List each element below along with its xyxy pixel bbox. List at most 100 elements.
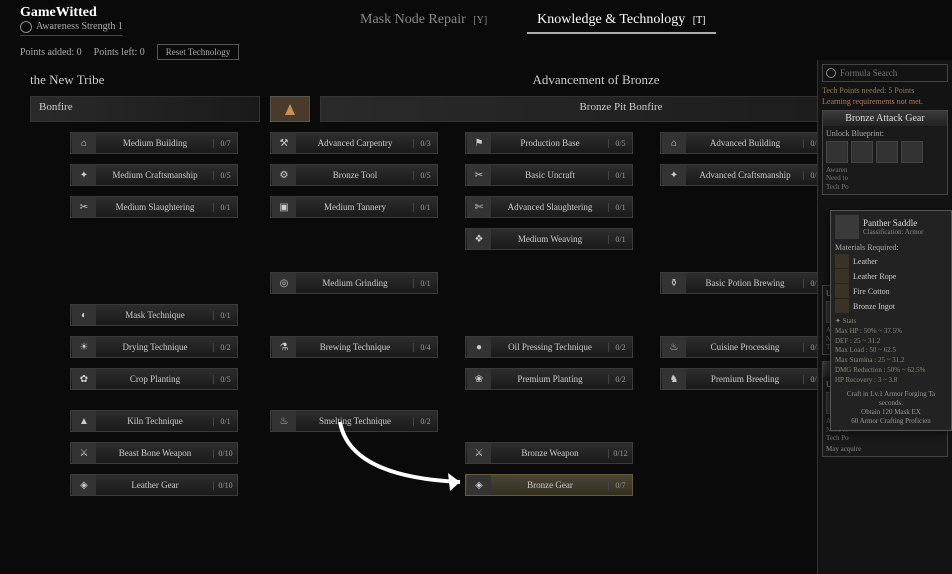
node-medium-craftsmanship[interactable]: ✦Medium Craftsmanship0/5 [70, 164, 238, 186]
tooltip-name: Panther Saddle [863, 218, 923, 228]
blueprint-slot[interactable] [851, 141, 873, 163]
search-icon [826, 68, 836, 78]
awareness-icon [20, 21, 32, 33]
craft-info: Craft in Lv.1 Armor Forging Taseconds.Ob… [835, 390, 947, 426]
cuisine-icon: ♨ [662, 337, 686, 357]
stat-line: DMG Reduction : 50% ~ 62.5% [835, 366, 947, 376]
search-input[interactable] [840, 68, 940, 78]
node-advanced-building[interactable]: ⌂Advanced Building0/5 [660, 132, 828, 154]
node-oil-pressing[interactable]: ●Oil Pressing Technique0/2 [465, 336, 633, 358]
points-added: Points added: 0 [20, 47, 82, 58]
material-icon [835, 254, 849, 268]
prem-plant-icon: ❀ [467, 369, 491, 389]
bronze-weapon-icon: ⚔ [467, 443, 491, 463]
node-brewing-technique[interactable]: ⚗Brewing Technique0/4 [270, 336, 438, 358]
material-icon [835, 284, 849, 298]
material-icon [835, 269, 849, 283]
tannery-icon: ▣ [272, 197, 296, 217]
crop-icon: ✿ [72, 369, 96, 389]
grinding-icon: ◎ [272, 273, 296, 293]
tech-tree: ⌂Medium Building0/7 ✦Medium Craftsmanshi… [30, 132, 922, 572]
node-cuisine-processing[interactable]: ♨Cuisine Processing0/1 [660, 336, 828, 358]
may-acquire: May acquire [826, 445, 944, 453]
tab-knowledge-tech[interactable]: Knowledge & Technology [T] [527, 8, 715, 34]
node-production-base[interactable]: ⚑Production Base0/5 [465, 132, 633, 154]
bonfire-node[interactable]: Bonfire [30, 96, 260, 122]
node-crop-planting[interactable]: ✿Crop Planting0/5 [70, 368, 238, 390]
uncraft-icon: ✂ [467, 165, 491, 185]
leather-icon: ◈ [72, 475, 96, 495]
brand: GameWitted [20, 5, 123, 21]
adv-craft-icon: ✦ [662, 165, 686, 185]
node-premium-planting[interactable]: ❀Premium Planting0/2 [465, 368, 633, 390]
material-icon [835, 299, 849, 313]
tab-mask-repair[interactable]: Mask Node Repair [Y] [350, 8, 497, 34]
awareness-strength: Awareness Strength 1 [20, 21, 123, 36]
reset-technology-button[interactable]: Reset Technology [157, 44, 239, 60]
unlock-blueprint-label: Unlock Blueprint: [826, 129, 944, 138]
building-icon: ⌂ [72, 133, 96, 153]
bonfire-icon[interactable] [270, 96, 310, 122]
bone-icon: ⚔ [72, 443, 96, 463]
adv-building-icon: ⌂ [662, 133, 686, 153]
carpentry-icon: ⚒ [272, 133, 296, 153]
blueprint-slot[interactable] [876, 141, 898, 163]
material-row: Fire Cotton [835, 284, 947, 298]
drying-icon: ☀ [72, 337, 96, 357]
stat-line: Max HP : 50% ~ 37.5% [835, 327, 947, 337]
tech-points-needed: Tech Points needed: 5 Points [822, 86, 948, 95]
tool-icon: ⚙ [272, 165, 296, 185]
stat-line: HP Recovery : 3 ~ 3.8 [835, 376, 947, 386]
mask-icon: ◐ [72, 305, 96, 325]
blueprint-slot[interactable] [826, 141, 848, 163]
formula-search[interactable] [822, 64, 948, 82]
brewing-icon: ⚗ [272, 337, 296, 357]
smelting-icon: ♨ [272, 411, 296, 431]
node-basic-uncraft[interactable]: ✂Basic Uncraft0/1 [465, 164, 633, 186]
node-basic-potion-brewing[interactable]: ⚱Basic Potion Brewing0/1 [660, 272, 828, 294]
material-row: Bronze Ingot [835, 299, 947, 313]
stats-heading: ✦ Stats [835, 317, 947, 327]
node-bronze-gear[interactable]: ◈Bronze Gear0/7 [465, 474, 633, 496]
node-kiln-technique[interactable]: ▲Kiln Technique0/1 [70, 410, 238, 432]
node-medium-tannery[interactable]: ▣Medium Tannery0/1 [270, 196, 438, 218]
node-drying-technique[interactable]: ☀Drying Technique0/2 [70, 336, 238, 358]
node-smelting-technique[interactable]: ♨Smelting Technique0/2 [270, 410, 438, 432]
node-medium-slaughtering[interactable]: ✂Medium Slaughtering0/1 [70, 196, 238, 218]
points-left: Points left: 0 [94, 47, 145, 58]
tooltip-classification: Classification: Armor [863, 228, 923, 236]
node-premium-breeding[interactable]: ♞Premium Breeding0/1 [660, 368, 828, 390]
slaughter-icon: ✂ [72, 197, 96, 217]
adv-slaughter-icon: ✄ [467, 197, 491, 217]
weaving-icon: ❖ [467, 229, 491, 249]
node-mask-technique[interactable]: ◐Mask Technique0/1 [70, 304, 238, 326]
node-advanced-slaughtering[interactable]: ✄Advanced Slaughtering0/1 [465, 196, 633, 218]
material-row: Leather Rope [835, 269, 947, 283]
node-leather-gear[interactable]: ◈Leather Gear0/10 [70, 474, 238, 496]
node-medium-grinding[interactable]: ◎Medium Grinding0/1 [270, 272, 438, 294]
node-beast-bone-weapon[interactable]: ⚔Beast Bone Weapon0/10 [70, 442, 238, 464]
tooltip-panther-saddle: Panther Saddle Classification: Armor Mat… [830, 210, 952, 431]
bronze-gear-icon: ◈ [467, 475, 491, 495]
node-medium-weaving[interactable]: ❖Medium Weaving0/1 [465, 228, 633, 250]
potion-icon: ⚱ [662, 273, 686, 293]
production-icon: ⚑ [467, 133, 491, 153]
craft-icon: ✦ [72, 165, 96, 185]
node-advanced-craftsmanship[interactable]: ✦Advanced Craftsmanship0/5 [660, 164, 828, 186]
node-advanced-carpentry[interactable]: ⚒Advanced Carpentry0/3 [270, 132, 438, 154]
stat-line: Max Load : 50 ~ 62.5 [835, 346, 947, 356]
item-icon [835, 215, 859, 239]
learning-req-warning: Learning requirements not met. [822, 97, 948, 106]
section-new-tribe: the New Tribe [30, 72, 270, 88]
blueprint-slot[interactable] [901, 141, 923, 163]
material-row: Leather [835, 254, 947, 268]
materials-heading: Materials Required: [835, 243, 947, 252]
node-bronze-tool[interactable]: ⚙Bronze Tool0/5 [270, 164, 438, 186]
node-medium-building[interactable]: ⌂Medium Building0/7 [70, 132, 238, 154]
kiln-icon: ▲ [72, 411, 96, 431]
oil-icon: ● [467, 337, 491, 357]
node-bronze-weapon[interactable]: ⚔Bronze Weapon0/12 [465, 442, 633, 464]
stat-line: Max Stamina : 25 ~ 31.2 [835, 356, 947, 366]
breeding-icon: ♞ [662, 369, 686, 389]
panel-heading: Bronze Attack Gear [823, 111, 947, 126]
